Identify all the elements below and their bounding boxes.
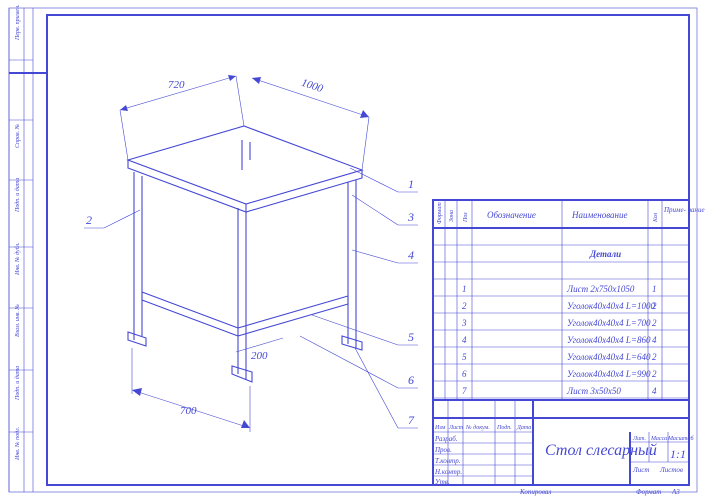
tb-head: № докум.	[465, 424, 490, 431]
tb-scale: Масштаб	[667, 435, 695, 442]
tb-mass: Масса	[650, 436, 667, 442]
bom-name: Лист 2х750х1050	[566, 284, 635, 294]
bom-qty: 2	[652, 318, 657, 328]
sidebar-label: Инв. № дубл.	[14, 242, 21, 276]
bom-h-qty: Кол	[653, 212, 659, 223]
dim-value: 1000	[300, 77, 325, 95]
bom-h-zone: Зона	[449, 210, 455, 222]
bom-pos: 5	[462, 352, 467, 362]
tb-head: Лист	[448, 425, 464, 431]
dim-700: 700	[132, 348, 250, 432]
tb-left: Разраб.	[434, 435, 458, 443]
sidebar-label: Перв. примен.	[15, 4, 21, 41]
bom-qty: 2	[652, 301, 657, 311]
tb-left: Т.контр.	[435, 457, 461, 465]
bom-pos: 6	[462, 369, 467, 379]
footer-copy: Копировал	[519, 488, 551, 496]
bom-name: Уголок40х40х4 L=640	[567, 352, 651, 362]
leader-num: 1	[408, 177, 414, 191]
bom-section: Детали	[589, 249, 621, 259]
dim-value: 720	[168, 79, 185, 91]
bom-pos: 4	[462, 335, 467, 345]
sidebar: Инв. № подл. Подп. и дата Взам. инв. № И…	[9, 4, 33, 492]
bom-qty: 4	[652, 335, 657, 345]
leader-num: 7	[408, 413, 415, 427]
bom-qty: 4	[652, 386, 657, 396]
tb-left: Утв.	[435, 478, 450, 486]
bom-qty: 2	[652, 352, 657, 362]
bom-pos: 7	[462, 386, 467, 396]
bom-qty: 2	[652, 369, 657, 379]
bom-name: Лист 3х50х50	[566, 386, 621, 396]
sidebar-label: Подп. и дата	[14, 366, 21, 401]
dim-200: 200	[236, 338, 283, 362]
bom-qty: 1	[652, 284, 657, 294]
dim-720: 720	[120, 75, 244, 160]
tb-head: Изм	[434, 425, 446, 431]
dim-value: 200	[251, 350, 268, 362]
sidebar-label: Справ. №	[15, 123, 21, 148]
bom-h-pos: Поз	[463, 212, 469, 223]
tb-left: Н.контр.	[434, 468, 462, 476]
sidebar-label: Взам. инв. №	[15, 304, 21, 337]
leader-num: 2	[86, 213, 92, 227]
drawing-sheet: Инв. № подл. Подп. и дата Взам. инв. № И…	[0, 0, 706, 500]
leader-num: 3	[407, 210, 414, 224]
bom-h-format: Формат	[437, 202, 443, 224]
tb-sheets: Листов	[659, 466, 683, 474]
footer-format: Формат	[636, 488, 661, 496]
bom-pos: 3	[461, 318, 467, 328]
bom-h-designation: Обозначение	[487, 210, 536, 220]
tb-sheet: Лист	[632, 466, 649, 474]
leader-num: 6	[408, 373, 414, 387]
tb-head: Дата	[516, 425, 531, 431]
table-drawing: 720 1000	[84, 75, 418, 432]
tb-scale-val: 1:1	[670, 447, 686, 461]
bom-pos: 1	[462, 284, 467, 294]
bom-name: Уголок40х40х4 L=990	[567, 369, 651, 379]
bom-h-name: Наименование	[571, 210, 628, 220]
bom-name: Уголок40х40х4 L=860	[567, 335, 651, 345]
leader-num: 4	[408, 248, 414, 262]
bom-pos: 2	[462, 301, 467, 311]
drawing-title: Стол слесарный	[545, 442, 657, 459]
leader-num: 5	[408, 330, 414, 344]
title-block: Изм Лист № докум. Подп. Дата Разраб. Про…	[433, 400, 695, 486]
bom-name: Уголок40х40х4 L=1000	[567, 301, 655, 311]
footer-format-val: А3	[671, 488, 680, 496]
dim-value: 700	[180, 405, 197, 417]
bom-h-note: Приме- чание	[663, 206, 705, 214]
bom-table: Формат Зона Поз Обозначение Наименование…	[433, 200, 705, 400]
tb-head: Подп.	[496, 424, 512, 431]
bom-name: Уголок40х40х4 L=700	[567, 318, 651, 328]
dim-1000: 1000	[252, 77, 369, 170]
sidebar-label: Инв. № подл.	[14, 427, 21, 461]
tb-left: Пров.	[434, 446, 452, 454]
sidebar-label: Подп. и дата	[14, 178, 21, 213]
tb-lit: Лит.	[632, 436, 646, 442]
